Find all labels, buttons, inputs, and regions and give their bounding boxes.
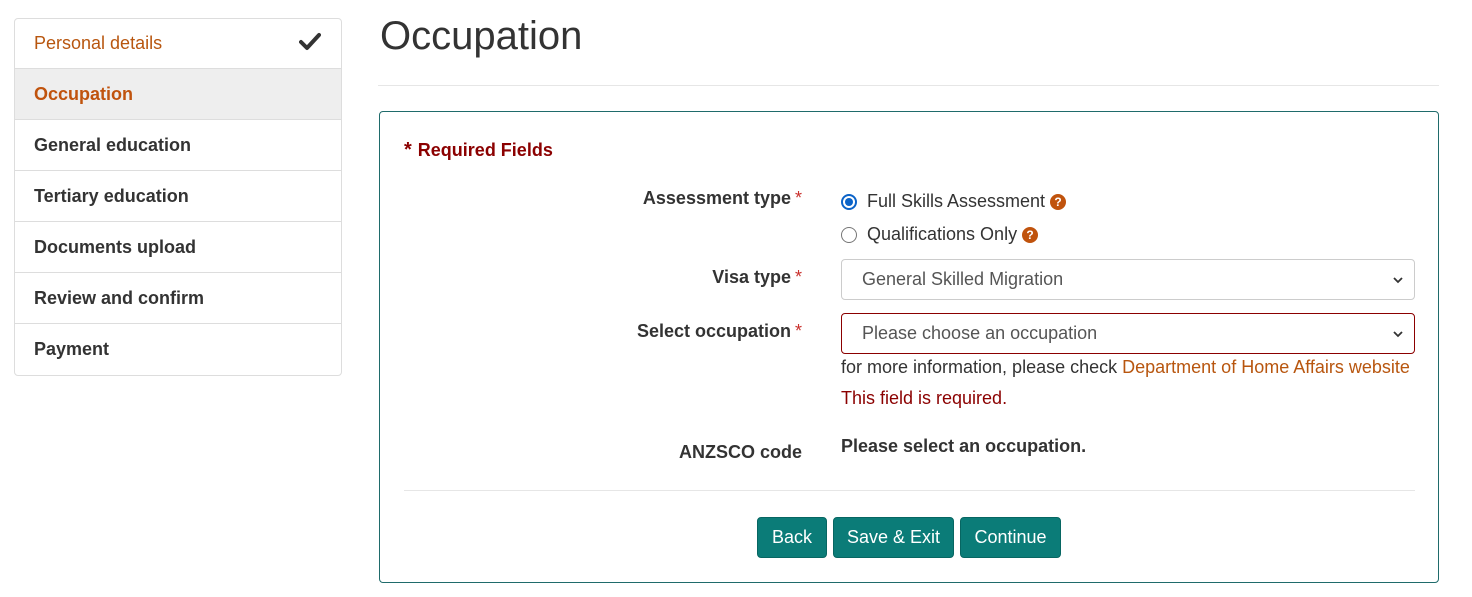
sidebar-item-documents-upload[interactable]: Documents upload (15, 222, 341, 273)
radio-qualifications-only[interactable]: Qualifications Only ? (841, 224, 1039, 245)
visa-type-select[interactable]: General Skilled Migration (841, 259, 1415, 300)
sidebar-item-label: Review and confirm (34, 287, 205, 308)
radio-full-skills-input[interactable] (841, 193, 857, 210)
sidebar-item-tertiary-education[interactable]: Tertiary education (15, 171, 341, 222)
sidebar-item-occupation[interactable]: Occupation (15, 69, 341, 120)
progress-sidebar: Personal details Occupation General educ… (14, 18, 342, 376)
page-title: Occupation (380, 14, 583, 58)
required-marker: * (794, 267, 802, 287)
back-button[interactable]: Back (757, 517, 827, 558)
check-icon (299, 33, 321, 50)
occupation-info-text: for more information, please check Depar… (841, 357, 1410, 378)
visa-type-label: Visa type * (712, 267, 802, 288)
select-occupation-label-text: Select occupation (636, 321, 791, 341)
sidebar-item-label: Personal details (34, 33, 163, 53)
radio-full-skills-label[interactable]: Full Skills Assessment (867, 191, 1045, 212)
sidebar-item-label: Payment (34, 339, 110, 359)
form-divider (404, 490, 1415, 491)
assessment-type-label: Assessment type * (643, 188, 802, 209)
title-divider (378, 85, 1439, 86)
sidebar-item-label: General education (34, 134, 192, 155)
sidebar-item-label: Occupation (34, 83, 134, 104)
occupation-error-message: This field is required. (841, 388, 1008, 408)
radio-qualifications-only-label[interactable]: Qualifications Only (867, 224, 1017, 245)
assessment-type-label-text: Assessment type (642, 188, 791, 208)
occupation-placeholder: Please choose an occupation (862, 323, 1098, 343)
sidebar-item-personal-details[interactable]: Personal details (15, 19, 341, 69)
sidebar-item-payment[interactable]: Payment (15, 324, 341, 375)
required-fields-note: * Required Fields (404, 139, 553, 162)
help-icon[interactable]: ? (1050, 193, 1067, 210)
radio-full-skills[interactable]: Full Skills Assessment ? (841, 191, 1067, 212)
occupation-form-panel: * Required Fields Assessment type * Full S… (379, 111, 1439, 583)
select-occupation-label: Select occupation * (637, 321, 802, 342)
sidebar-item-label: Tertiary education (34, 185, 189, 206)
required-marker: * (794, 321, 802, 341)
visa-type-value: General Skilled Migration (862, 269, 1064, 289)
visa-type-label-text: Visa type (712, 267, 791, 287)
info-prefix: for more information, please check (841, 357, 1123, 377)
anzsco-value: Please select an occupation. (841, 436, 1087, 456)
continue-button[interactable]: Continue (960, 517, 1061, 558)
occupation-select[interactable]: Please choose an occupation (841, 313, 1415, 354)
sidebar-item-general-education[interactable]: General education (15, 120, 341, 171)
chevron-down-icon (1393, 331, 1403, 338)
chevron-down-icon (1393, 277, 1403, 284)
required-text: Required Fields (417, 140, 553, 160)
sidebar-item-label: Documents upload (34, 236, 197, 257)
required-star: * (404, 139, 412, 161)
home-affairs-link[interactable]: Department of Home Affairs website (1122, 357, 1410, 377)
sidebar-item-review-and-confirm[interactable]: Review and confirm (15, 273, 341, 324)
anzsco-label: ANZSCO code (678, 442, 802, 462)
required-marker: * (794, 188, 802, 208)
radio-qualifications-only-input[interactable] (841, 226, 857, 243)
help-icon[interactable]: ? (1022, 226, 1039, 243)
save-exit-button[interactable]: Save & Exit (833, 517, 954, 558)
